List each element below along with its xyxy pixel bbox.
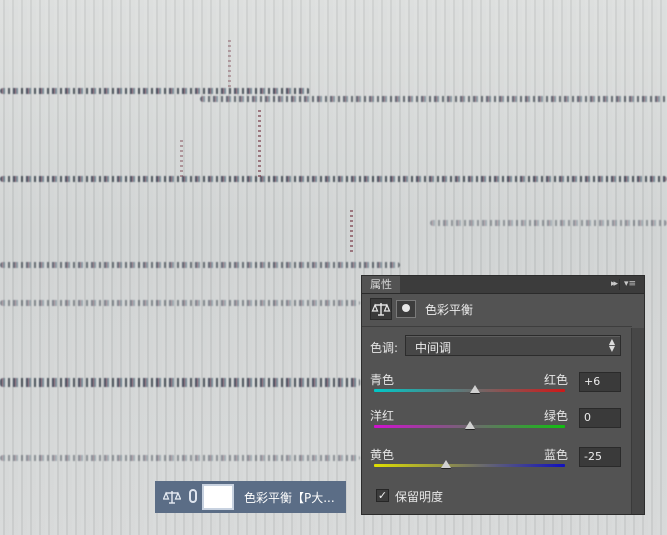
slider-row-magenta-green: 洋红 绿色 0 [370, 407, 630, 447]
tone-selected-value: 中间调 [415, 341, 452, 355]
slider-thumb[interactable] [464, 421, 475, 429]
slider-left-label: 洋红 [370, 409, 395, 423]
panel-divider [362, 326, 632, 327]
slider-right-label: 红色 [544, 373, 569, 387]
preserve-luminosity-checkbox[interactable]: ✓ [376, 489, 389, 502]
panel-titlebar: 属性 ▸▸ ▾≡ [362, 276, 644, 294]
properties-panel: 属性 ▸▸ ▾≡ 色彩平衡 色调: 中间调 ▲▼ 青色 红色 +6 洋红 绿色 [361, 275, 645, 515]
tab-properties[interactable]: 属性 [362, 276, 400, 293]
slider-row-yellow-blue: 黄色 蓝色 -25 [370, 446, 630, 486]
canvas-texture-streak [200, 96, 667, 102]
slider-value-input[interactable]: -25 [579, 447, 621, 467]
canvas-texture-streak [0, 262, 400, 268]
yellow-blue-track[interactable] [374, 464, 565, 467]
preserve-luminosity-label[interactable]: 保留明度 [395, 488, 443, 505]
canvas-texture-streak [0, 455, 360, 461]
slider-thumb[interactable] [470, 385, 481, 393]
panel-menu-icon[interactable]: ▾≡ [619, 279, 640, 290]
slider-value-input[interactable]: +6 [579, 372, 621, 392]
canvas-texture-streak [0, 176, 667, 182]
slider-value-input[interactable]: 0 [579, 408, 621, 428]
chain-link-icon[interactable] [189, 489, 197, 503]
canvas-texture-speck [228, 40, 231, 90]
canvas-texture-streak [0, 88, 310, 94]
layer-row-color-balance[interactable]: 色彩平衡【P大... [155, 481, 346, 513]
canvas-texture-streak [0, 378, 360, 387]
canvas-texture-speck [180, 140, 183, 180]
tone-dropdown[interactable]: 中间调 ▲ ▼ [405, 335, 621, 356]
slider-right-label: 蓝色 [544, 448, 569, 462]
slider-left-label: 青色 [370, 373, 395, 387]
collapse-arrows-icon[interactable]: ▸▸ [611, 276, 618, 293]
slider-row-cyan-red: 青色 红色 +6 [370, 371, 630, 411]
slider-left-label: 黄色 [370, 448, 395, 462]
slider-right-label: 绿色 [544, 409, 569, 423]
canvas-texture-streak [0, 300, 360, 306]
adjustment-title: 色彩平衡 [425, 303, 474, 317]
slider-thumb[interactable] [440, 460, 451, 468]
canvas-texture-speck [350, 210, 353, 255]
layer-name[interactable]: 色彩平衡【P大... [244, 489, 335, 506]
balance-scale-icon [162, 489, 182, 505]
balance-scale-icon[interactable] [370, 298, 392, 320]
layer-mask-icon[interactable] [396, 300, 416, 318]
layer-mask-thumbnail[interactable] [202, 484, 234, 510]
panel-scrollbar[interactable] [631, 328, 644, 514]
canvas-texture-streak [430, 220, 667, 226]
canvas-texture-speck [258, 110, 261, 180]
updown-arrows-icon: ▲ ▼ [608, 337, 615, 353]
tone-label: 色调: [370, 341, 399, 355]
